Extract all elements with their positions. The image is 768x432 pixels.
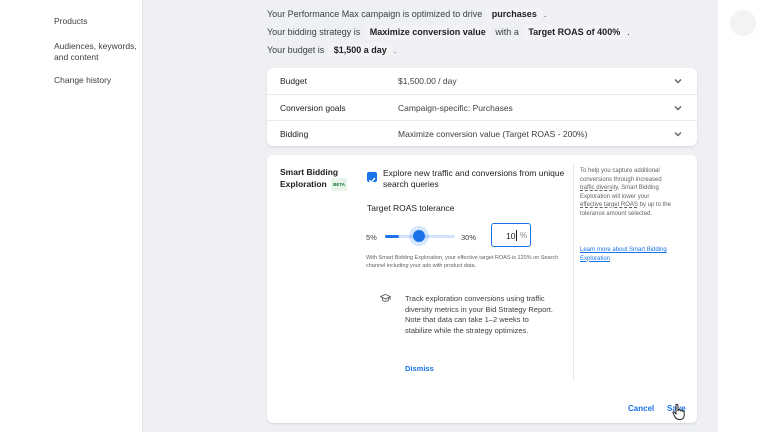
right-panel xyxy=(718,0,768,432)
setting-label: Conversion goals xyxy=(280,103,346,113)
help-text: To help you capture additional conversio… xyxy=(580,168,662,183)
exploration-title: Smart Bidding Exploration BETA xyxy=(280,167,350,191)
cancel-button[interactable]: Cancel xyxy=(628,404,654,413)
learn-more-link[interactable]: Learn more about Smart Bidding Explorati… xyxy=(580,246,676,263)
summary-budget: Your budget is $1,500 a day. xyxy=(267,43,396,57)
left-sidebar: Products Audiences, keywords, and conten… xyxy=(0,0,143,432)
strategy-chip: Maximize conversion value xyxy=(364,25,491,39)
panel-button[interactable] xyxy=(730,10,756,36)
goal-chip: purchases xyxy=(486,7,542,21)
explore-checkbox-label[interactable]: Explore new traffic and conversions from… xyxy=(383,168,571,190)
beta-badge: BETA xyxy=(331,178,348,191)
check-icon xyxy=(368,177,376,184)
track-exploration-text: Track exploration conversions using traf… xyxy=(405,294,553,335)
summary-text: Your budget is xyxy=(267,45,325,55)
setting-label: Bidding xyxy=(280,129,309,139)
budget-chip: $1,500 a day xyxy=(328,43,392,57)
summary-goal: Your Performance Max campaign is optimiz… xyxy=(267,7,546,21)
chevron-down-icon[interactable] xyxy=(673,103,683,113)
tolerance-slider-fill xyxy=(385,235,399,238)
chevron-down-icon[interactable] xyxy=(673,76,683,86)
setting-row-budget[interactable]: Budget $1,500.00 / day xyxy=(267,68,697,94)
target-roas-chip: Target ROAS of 400% xyxy=(523,25,626,39)
exploration-help-text: To help you capture additional conversio… xyxy=(580,167,672,218)
sidebar-item-products[interactable]: Products xyxy=(54,16,140,27)
exploration-title-text: Smart Bidding Exploration xyxy=(280,167,339,189)
vertical-divider xyxy=(573,163,574,381)
hand-pointer-icon xyxy=(672,403,685,420)
sidebar-item-audiences[interactable]: Audiences, keywords, and content xyxy=(54,41,140,63)
tolerance-input-unit: % xyxy=(520,231,528,240)
chevron-down-icon[interactable] xyxy=(673,129,683,139)
tolerance-input[interactable]: 10 % xyxy=(491,223,531,247)
text-caret xyxy=(516,230,517,241)
tolerance-label: Target ROAS tolerance xyxy=(367,203,455,213)
setting-row-conversion-goals[interactable]: Conversion goals Campaign-specific: Purc… xyxy=(267,94,697,120)
tolerance-input-value: 10 xyxy=(506,231,516,241)
dismiss-link[interactable]: Dismiss xyxy=(405,364,434,373)
exploration-card: Smart Bidding Exploration BETA Explore n… xyxy=(267,155,697,423)
setting-value: Campaign-specific: Purchases xyxy=(398,103,513,113)
slider-min-label: 5% xyxy=(366,233,377,242)
explore-checkbox[interactable] xyxy=(367,172,377,184)
summary-text: Your Performance Max campaign is optimiz… xyxy=(267,9,483,19)
setting-row-bidding[interactable]: Bidding Maximize conversion value (Targe… xyxy=(267,120,697,146)
graduation-cap-icon xyxy=(380,293,391,302)
help-term-traffic-diversity[interactable]: traffic diversity xyxy=(580,185,618,191)
sidebar-item-change-history[interactable]: Change history xyxy=(54,75,140,86)
settings-card: Budget $1,500.00 / day Conversion goals … xyxy=(267,68,697,146)
slider-max-label: 30% xyxy=(461,233,477,242)
summary-text: with a xyxy=(495,27,519,37)
tolerance-slider-thumb[interactable] xyxy=(413,230,425,242)
setting-value: $1,500.00 / day xyxy=(398,76,457,86)
summary-text: . xyxy=(627,27,630,37)
summary-text: Your bidding strategy is xyxy=(267,27,361,37)
summary-bidding: Your bidding strategy is Maximize conver… xyxy=(267,25,630,39)
effective-roas-note: With Smart Bidding Exploration, your eff… xyxy=(366,255,559,269)
setting-label: Budget xyxy=(280,76,307,86)
help-term-effective-roas[interactable]: effective target ROAS xyxy=(580,202,638,208)
setting-value: Maximize conversion value (Target ROAS -… xyxy=(398,129,588,139)
summary-text: . xyxy=(393,45,397,55)
summary-text: . xyxy=(543,9,547,19)
